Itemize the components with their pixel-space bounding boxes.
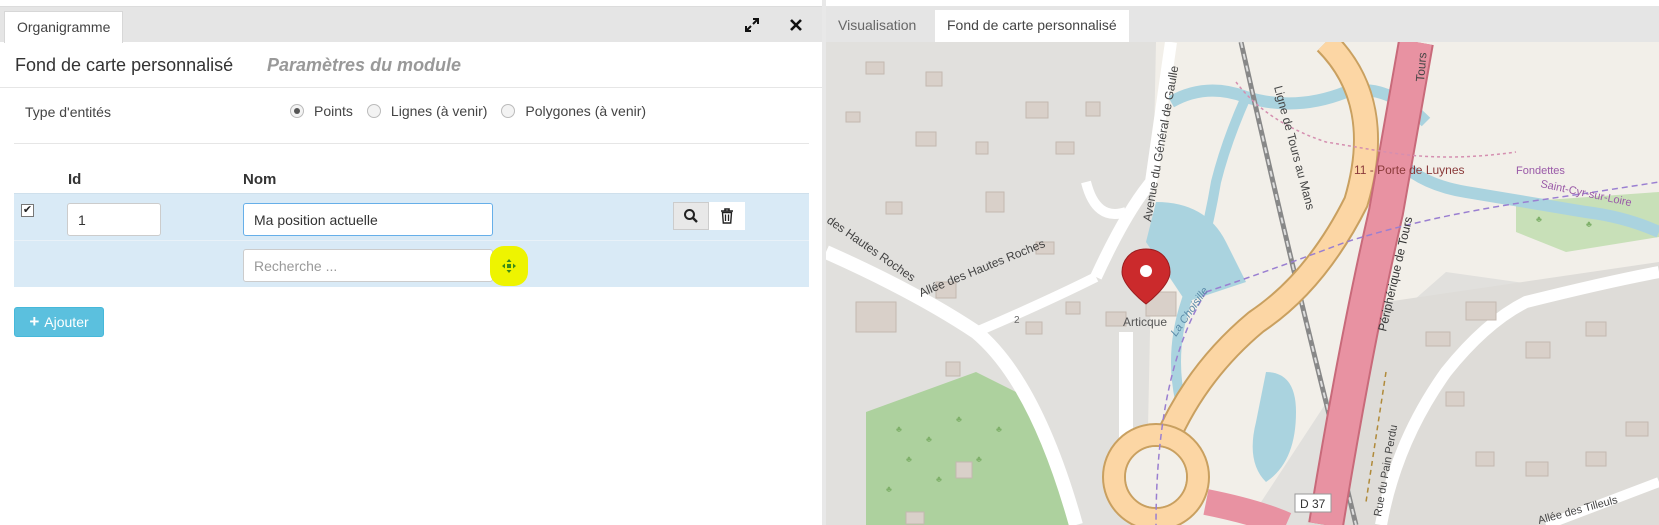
radio-polygons-dot[interactable]: [501, 104, 516, 118]
search-button[interactable]: [673, 202, 709, 230]
svg-text:♣: ♣: [1536, 214, 1542, 224]
svg-text:♣: ♣: [926, 434, 932, 444]
map-view[interactable]: ♣ ♣ ♣ ♣ ♣ ♣ ♣ ♣ ♣ ♣ Avenue du Général de Gaulle…: [826, 42, 1659, 525]
close-icon[interactable]: [784, 13, 808, 37]
map-label-d37: D 37: [1300, 497, 1326, 511]
module-settings-link[interactable]: Paramètres du module: [267, 55, 461, 76]
left-tabbar: Organigramme: [0, 6, 822, 43]
right-tabbar: Visualisation Fond de carte personnalisé: [826, 6, 1659, 42]
module-panel: Organigramme Fond de carte personnalisé …: [0, 0, 822, 525]
radio-polygons[interactable]: Polygones (à venir): [501, 103, 646, 119]
map-canvas[interactable]: ♣♣♣♣ ♣♣♣♣ ♣ ♣ Avenue du Général de Gaulle…: [826, 42, 1659, 525]
column-header-name: Nom: [243, 171, 277, 188]
panel-header: Fond de carte personnalisé Paramètres du…: [0, 42, 822, 88]
map-label-fondettes: Fondettes: [1516, 165, 1565, 177]
search-icon: [684, 209, 698, 223]
tab-visualisation[interactable]: Visualisation: [826, 10, 928, 42]
tab-organigramme[interactable]: Organigramme: [4, 11, 124, 43]
separator: [14, 143, 809, 144]
marker-label: Articque: [1123, 315, 1167, 329]
map-label-house-number: 2: [1014, 315, 1020, 326]
entity-type-label: Type d'entités: [25, 104, 111, 120]
crosshair-move-icon: [502, 259, 516, 273]
add-button-label: Ajouter: [44, 314, 89, 330]
delete-button[interactable]: [709, 202, 745, 230]
road-shield-d37: D 37: [1294, 493, 1332, 513]
name-input[interactable]: [243, 203, 493, 236]
radio-points[interactable]: Points: [290, 103, 353, 119]
row-divider: [14, 240, 809, 241]
id-input[interactable]: [67, 203, 161, 236]
panel-title: Fond de carte personnalisé: [15, 55, 234, 75]
row-checkbox[interactable]: ✔: [21, 204, 34, 217]
radio-points-label: Points: [314, 103, 353, 119]
trash-icon: [721, 208, 733, 224]
column-header-id: Id: [68, 171, 82, 188]
expand-icon[interactable]: [740, 13, 764, 37]
svg-text:♣: ♣: [976, 454, 982, 464]
svg-text:♣: ♣: [896, 424, 902, 434]
svg-text:♣: ♣: [996, 424, 1002, 434]
add-button[interactable]: + Ajouter: [14, 307, 104, 337]
plus-icon: +: [29, 312, 40, 331]
radio-polygons-label: Polygones (à venir): [525, 103, 647, 119]
app-root: Organigramme Fond de carte personnalisé …: [0, 0, 1659, 525]
svg-text:♣: ♣: [936, 474, 942, 484]
locate-button[interactable]: [490, 246, 528, 286]
radio-lines-dot[interactable]: [366, 104, 381, 118]
row-actions: [673, 202, 745, 230]
map-label-porte: 11 - Porte de Luynes: [1354, 163, 1465, 177]
entity-type-radio-group: Points Lignes (à venir) Polygones (à ven…: [290, 103, 660, 119]
tab-custom-basemap[interactable]: Fond de carte personnalisé: [935, 10, 1129, 42]
map-panel: Visualisation Fond de carte personnalisé: [826, 0, 1659, 525]
svg-text:♣: ♣: [1586, 219, 1592, 229]
svg-text:♣: ♣: [956, 414, 962, 424]
radio-lines-label: Lignes (à venir): [390, 103, 488, 119]
radio-lines[interactable]: Lignes (à venir): [366, 103, 488, 119]
svg-text:♣: ♣: [906, 454, 912, 464]
map-label-tours: Tours: [1413, 52, 1430, 82]
svg-text:♣: ♣: [886, 484, 892, 494]
location-search-input[interactable]: [243, 249, 493, 282]
radio-points-dot[interactable]: [290, 104, 304, 118]
